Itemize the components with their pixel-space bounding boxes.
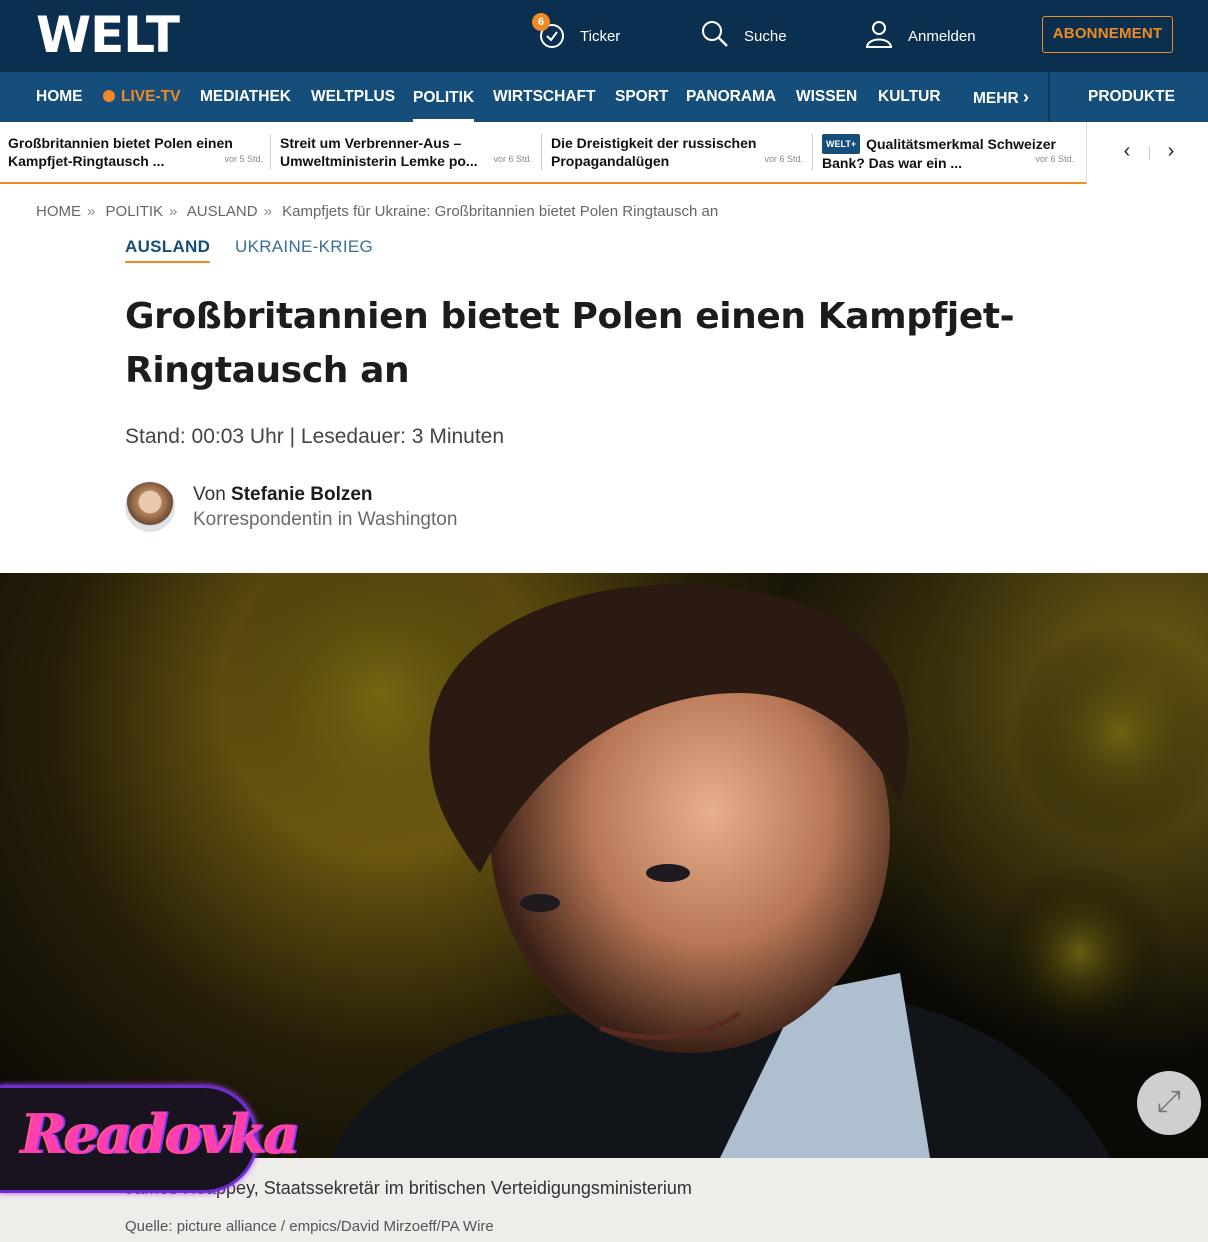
author-role: Korrespondentin in Washington bbox=[193, 509, 458, 530]
breadcrumb-home[interactable]: HOME bbox=[36, 203, 81, 220]
topic-ukraine-krieg[interactable]: UKRAINE-KRIEG bbox=[235, 237, 373, 257]
expand-icon[interactable]: ⤢ bbox=[1137, 1071, 1201, 1135]
author-prefix: Von bbox=[193, 484, 226, 505]
nav-divider bbox=[1048, 72, 1050, 122]
ticker-item[interactable]: Streit um Verbrenner-Aus – Umweltministe… bbox=[280, 134, 532, 174]
ticker-item[interactable]: WELT+ Qualitätsmerkmal Schweizer Bank? Da… bbox=[822, 134, 1074, 174]
login-button[interactable]: Anmelden bbox=[864, 18, 976, 54]
author-name[interactable]: Stefanie Bolzen bbox=[231, 484, 372, 505]
welt-logo[interactable]: WELT bbox=[36, 10, 180, 60]
ticker-item[interactable]: Die Dreistigkeit der russischen Propagan… bbox=[551, 134, 803, 174]
ticker-button[interactable]: 6 Ticker bbox=[532, 13, 621, 54]
portrait-illustration bbox=[220, 573, 1208, 1158]
login-label: Anmelden bbox=[908, 27, 976, 45]
nav-kultur[interactable]: KULTUR bbox=[878, 72, 941, 122]
ticker-item-time: vor 5 Std. bbox=[220, 150, 263, 168]
author-avatar[interactable] bbox=[125, 482, 175, 532]
nav-home[interactable]: HOME bbox=[36, 72, 83, 122]
readovka-watermark: Readovka bbox=[0, 1085, 300, 1193]
divider bbox=[541, 134, 542, 170]
image-source: Quelle: picture alliance / empics/David … bbox=[125, 1218, 494, 1235]
news-ticker-strip: Großbritannien bietet Polen einen Kampfj… bbox=[0, 122, 1208, 184]
breadcrumb-ausland[interactable]: AUSLAND bbox=[187, 203, 258, 220]
clock-icon: 6 bbox=[532, 13, 566, 53]
nav-live-tv[interactable]: LIVE-TV bbox=[103, 72, 180, 122]
hero-image[interactable] bbox=[0, 573, 1208, 1158]
search-icon bbox=[700, 19, 730, 53]
search-button[interactable]: Suche bbox=[700, 18, 787, 54]
nav-more[interactable]: MEHR › bbox=[973, 72, 1029, 122]
divider bbox=[1149, 146, 1150, 160]
breadcrumb: HOME » POLITIK » AUSLAND » Kampfjets für Uk… bbox=[36, 203, 724, 220]
breadcrumb-politik[interactable]: POLITIK bbox=[106, 203, 164, 220]
nav-weltplus[interactable]: WELTPLUS bbox=[311, 72, 395, 122]
nav-wissen[interactable]: WISSEN bbox=[796, 72, 857, 122]
nav-politik[interactable]: POLITIK bbox=[413, 72, 475, 122]
nav-panorama[interactable]: PANORAMA bbox=[686, 72, 776, 122]
article-headline: Großbritannien bietet Polen einen Kampfj… bbox=[125, 296, 1015, 391]
nav-mediathek[interactable]: MEDIATHEK bbox=[200, 72, 291, 122]
nav-sport[interactable]: SPORT bbox=[615, 72, 668, 122]
nav-more-label: MEHR bbox=[973, 90, 1019, 107]
author-byline: Von Stefanie Bolzen bbox=[193, 484, 373, 506]
chevron-left-icon[interactable]: ‹ bbox=[1115, 140, 1139, 164]
breadcrumb-separator: » bbox=[169, 203, 178, 220]
chevron-right-icon[interactable]: › bbox=[1159, 140, 1183, 164]
breadcrumb-separator: » bbox=[87, 203, 96, 220]
readovka-logo: Readovka bbox=[22, 1102, 300, 1166]
user-icon bbox=[864, 19, 894, 53]
main-navigation: HOME LIVE-TV MEDIATHEK WELTPLUS POLITIK … bbox=[0, 72, 1208, 122]
ticker-controls: ‹ › bbox=[1086, 122, 1208, 184]
ticker-item-time: vor 6 Std. bbox=[489, 150, 532, 168]
divider bbox=[812, 134, 813, 170]
live-dot-icon bbox=[103, 90, 115, 102]
nav-live-tv-label: LIVE-TV bbox=[121, 88, 181, 105]
article-meta: Stand: 00:03 Uhr | Lesedauer: 3 Minuten bbox=[125, 425, 505, 448]
breadcrumb-separator: » bbox=[263, 203, 272, 220]
search-label: Suche bbox=[744, 27, 787, 45]
ticker-label: Ticker bbox=[580, 27, 621, 45]
ticker-item-time: vor 6 Std. bbox=[1031, 150, 1074, 168]
weltplus-badge: WELT+ bbox=[822, 134, 861, 154]
divider bbox=[270, 134, 271, 170]
ticker-count-badge: 6 bbox=[532, 13, 550, 31]
ticker-item[interactable]: Großbritannien bietet Polen einen Kampfj… bbox=[8, 134, 263, 174]
chevron-right-icon: › bbox=[1022, 87, 1029, 107]
top-header: WELT 6 Ticker Suche Anmelden ABONNEMENT bbox=[0, 0, 1208, 72]
subscribe-button[interactable]: ABONNEMENT bbox=[1042, 16, 1173, 53]
ticker-item-time: vor 6 Std. bbox=[760, 150, 803, 168]
breadcrumb-current: Kampfjets für Ukraine: Großbritannien bi… bbox=[282, 203, 719, 220]
nav-produkte[interactable]: PRODUKTE bbox=[1088, 72, 1175, 122]
nav-wirtschaft[interactable]: WIRTSCHAFT bbox=[493, 72, 595, 122]
topic-ausland[interactable]: AUSLAND bbox=[125, 237, 211, 263]
